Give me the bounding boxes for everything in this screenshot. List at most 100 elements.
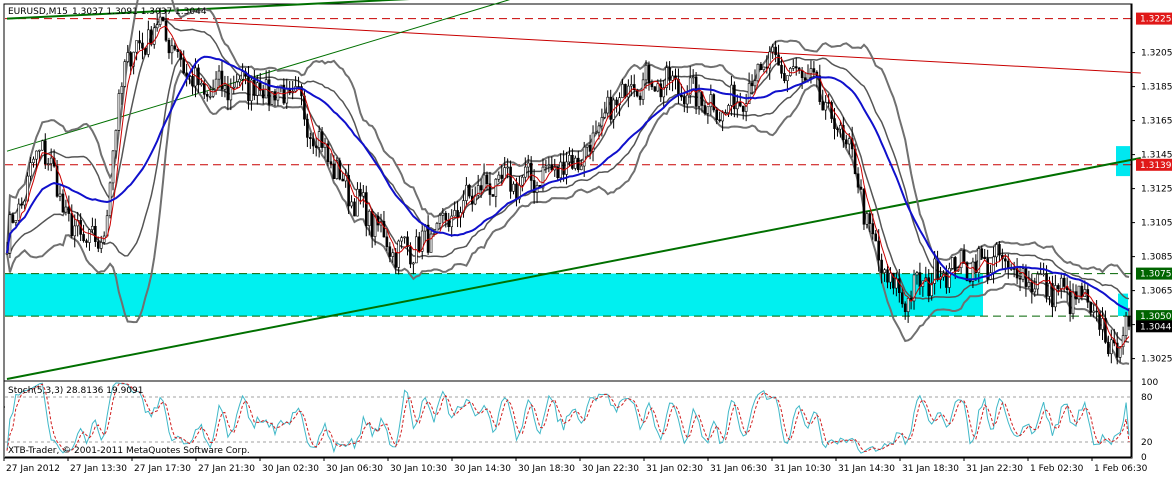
candle-body <box>579 165 583 171</box>
candle-body <box>703 105 707 114</box>
candle-body <box>108 182 112 217</box>
candle-body <box>96 241 100 249</box>
price-tick-label: 1.3165 <box>1141 117 1173 127</box>
time-label: 30 Jan 02:30 <box>262 464 319 474</box>
candle-body <box>32 158 35 163</box>
candle-body <box>774 46 777 56</box>
candle-body <box>1004 258 1007 262</box>
chart-title: EURUSD,M15 <box>8 7 68 17</box>
price-tick-label: 1.3065 <box>1141 287 1173 297</box>
candle-body <box>82 234 85 242</box>
candle-body <box>135 40 138 53</box>
candle-body <box>17 203 21 221</box>
time-label: 27 Jan 17:30 <box>134 464 191 474</box>
candle-body <box>23 200 26 206</box>
candle-body <box>621 83 624 98</box>
chart-canvas[interactable]: 1.32051.31851.31651.31451.31251.31051.30… <box>0 0 1173 474</box>
candle-body <box>447 219 451 228</box>
candle-body <box>721 112 724 122</box>
candle-body <box>568 154 571 163</box>
candle-body <box>485 174 489 185</box>
candle-body <box>120 86 124 94</box>
candle-body <box>685 94 689 105</box>
candle-body <box>1027 282 1031 287</box>
candle-body <box>247 75 250 102</box>
candle-body <box>588 144 592 152</box>
candle-body <box>385 236 389 248</box>
time-label: 27 Jan 2012 <box>6 464 60 474</box>
candle-body <box>824 102 827 111</box>
candle-body <box>29 162 32 177</box>
candle-body <box>111 150 115 184</box>
candle-body <box>373 215 377 237</box>
candle-body <box>800 70 804 79</box>
candle-body <box>668 67 671 81</box>
candle-body <box>256 82 259 96</box>
candle-body <box>311 138 315 147</box>
candle-body <box>382 221 386 238</box>
candle-body <box>1059 277 1063 290</box>
candle-body <box>756 63 760 82</box>
candle-body <box>615 99 618 106</box>
candle-body <box>456 210 459 218</box>
candle-body <box>164 20 168 41</box>
candle-body <box>582 146 586 167</box>
time-label: 27 Jan 13:30 <box>70 464 127 474</box>
candle-body <box>276 87 280 101</box>
candle-body <box>70 213 74 237</box>
candle-body <box>771 46 774 53</box>
candle-body <box>624 83 627 98</box>
candle-body <box>653 86 657 92</box>
candle-body <box>173 45 177 50</box>
candle-body <box>683 96 686 105</box>
candle-body <box>353 201 356 217</box>
candle-body <box>883 269 886 273</box>
candle-body <box>783 73 786 81</box>
candle-body <box>609 96 613 120</box>
price-tick-label: 1.3125 <box>1141 185 1173 195</box>
candle-body <box>995 244 998 258</box>
candle-body <box>429 233 433 253</box>
candle-body <box>1068 289 1072 315</box>
candle-body <box>803 77 807 81</box>
candle-body <box>182 59 185 74</box>
candle-body <box>64 206 68 213</box>
candle-body <box>585 144 589 148</box>
candle-body <box>550 164 554 171</box>
candle-body <box>149 29 153 45</box>
candle-body <box>58 193 62 197</box>
candle-body <box>223 85 227 90</box>
candle-body <box>191 75 194 87</box>
candle-body <box>273 91 277 101</box>
candle-body <box>491 194 495 197</box>
candle-body <box>267 79 271 105</box>
time-label: 30 Jan 10:30 <box>390 464 447 474</box>
candle-body <box>753 80 757 87</box>
candle-body <box>1110 339 1113 355</box>
candle-body <box>167 39 171 54</box>
candle-body <box>253 79 256 96</box>
candle-body <box>638 95 642 100</box>
candle-body <box>205 94 209 97</box>
time-label: 31 Jan 22:30 <box>966 464 1023 474</box>
trading-chart[interactable]: 1.3205 1.3185 1.3165 1.3145 1.3125 1.3105 1.30… <box>0 0 1173 474</box>
candle-body <box>709 94 713 108</box>
candle-body <box>341 178 345 182</box>
candle-body <box>827 102 830 104</box>
candle-body <box>656 83 660 92</box>
candle-body <box>403 236 406 239</box>
candle-body <box>812 68 816 73</box>
candle-body <box>482 174 486 191</box>
candle-body <box>35 150 38 160</box>
candle-body <box>144 47 147 55</box>
candle-body <box>691 76 695 79</box>
candle-body <box>998 244 1001 256</box>
candle-body <box>806 73 810 81</box>
time-label: 30 Jan 06:30 <box>326 464 383 474</box>
candle-body <box>868 213 872 224</box>
candle-body <box>750 83 754 87</box>
candle-body <box>791 66 795 69</box>
candle-body <box>468 184 471 197</box>
candle-body <box>359 188 362 197</box>
candle-body <box>859 186 863 190</box>
